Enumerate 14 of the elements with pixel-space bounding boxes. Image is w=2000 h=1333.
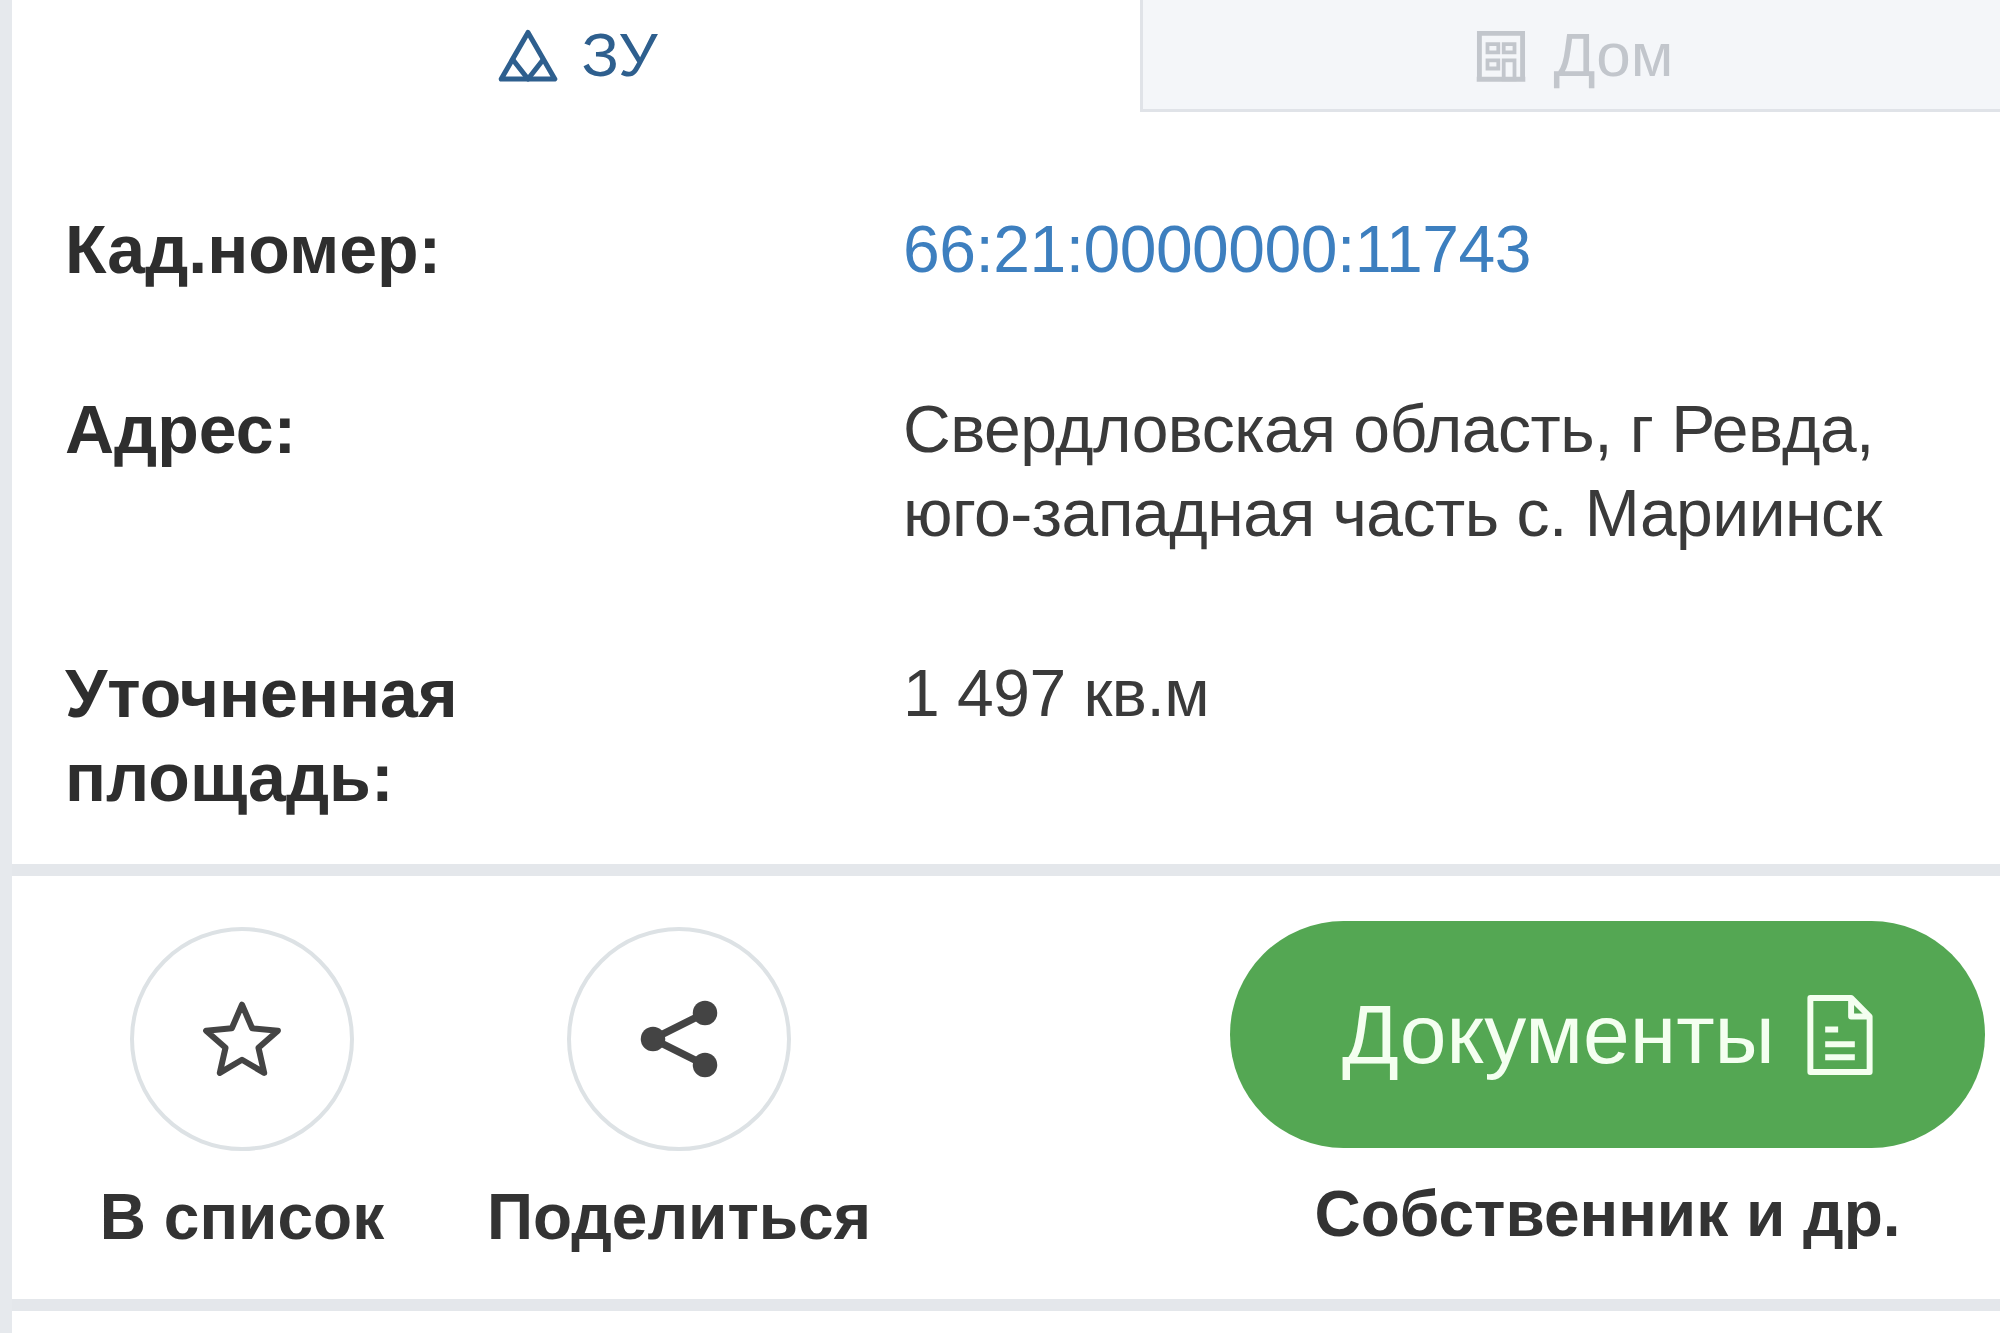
field-label: Адрес: <box>65 390 297 469</box>
document-icon <box>1807 994 1873 1075</box>
field-link[interactable]: 66:21:0000000:11743 <box>903 207 1531 291</box>
triangle-icon <box>497 27 560 82</box>
field-label: Уточненная площадь: <box>65 654 459 817</box>
action-label: Поделиться <box>486 1181 872 1253</box>
share-icon <box>639 1000 719 1078</box>
field-value: Свердловская область, г Ревда, юго-западная часть с. Мариинск <box>903 391 1884 552</box>
field-value: 1 497 кв.м <box>903 655 1210 732</box>
documents-button[interactable]: Документы <box>1230 921 1985 1148</box>
star-icon <box>202 1000 282 1078</box>
button-caption: Собственник и др. <box>1314 1178 1901 1250</box>
field-label: Кад.номер: <box>65 210 442 289</box>
action-label: В список <box>99 1181 385 1253</box>
